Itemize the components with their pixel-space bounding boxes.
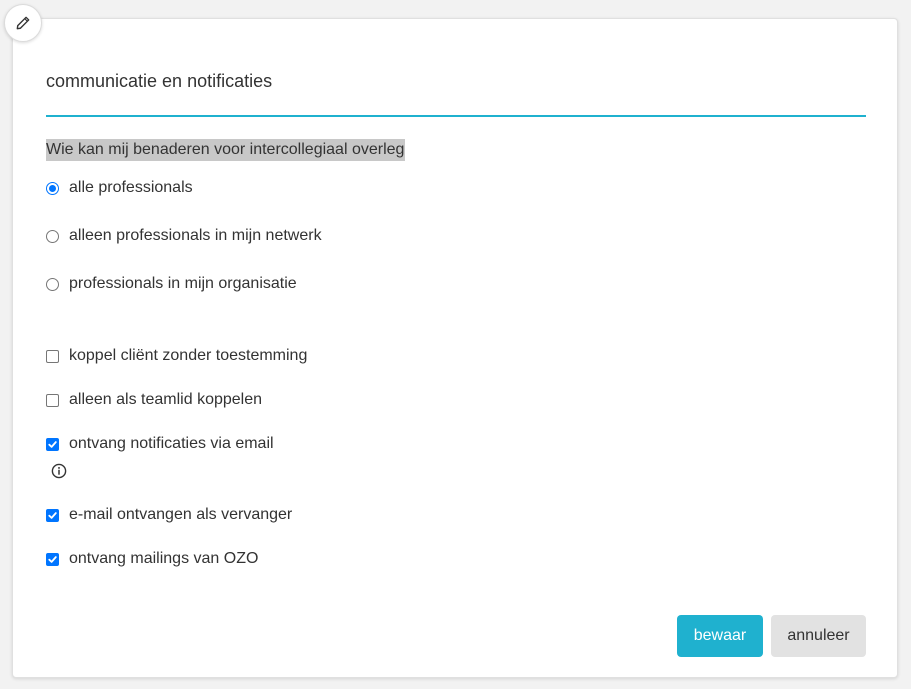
radio-option-organisation[interactable]: professionals in mijn organisatie — [46, 275, 297, 293]
save-button[interactable]: bewaar — [677, 615, 763, 657]
edit-button[interactable] — [4, 4, 42, 42]
checkbox-ozo-mailings[interactable]: ontvang mailings van OZO — [46, 550, 258, 568]
radio-button[interactable] — [46, 181, 59, 195]
cancel-button[interactable]: annuleer — [771, 615, 866, 657]
checkbox[interactable] — [46, 437, 59, 451]
checkbox[interactable] — [46, 508, 59, 522]
checkmark-icon — [48, 555, 57, 563]
checkbox[interactable] — [46, 349, 59, 363]
checkbox-label: koppel cliënt zonder toestemming — [69, 347, 308, 364]
radio-option-network[interactable]: alleen professionals in mijn netwerk — [46, 227, 322, 245]
radio-button[interactable] — [46, 277, 59, 291]
settings-card: communicatie en notificaties Wie kan mij… — [12, 18, 898, 678]
contact-question: Wie kan mij benaderen voor intercollegia… — [46, 139, 406, 161]
checkbox-email-substitute[interactable]: e-mail ontvangen als vervanger — [46, 506, 292, 524]
radio-button[interactable] — [46, 229, 59, 243]
checkbox-label: ontvang notificaties via email — [69, 435, 274, 452]
checkbox[interactable] — [46, 552, 59, 566]
radio-label: alle professionals — [69, 179, 193, 196]
checkmark-icon — [48, 440, 57, 448]
checkmark-icon — [48, 511, 57, 519]
radio-label: alleen professionals in mijn netwerk — [69, 227, 322, 244]
radio-option-all-professionals[interactable]: alle professionals — [46, 179, 193, 197]
checkbox-link-client[interactable]: koppel cliënt zonder toestemming — [46, 347, 307, 365]
pencil-icon — [16, 16, 30, 30]
checkbox-label: ontvang mailings van OZO — [69, 550, 259, 567]
checkbox[interactable] — [46, 393, 59, 407]
section-title: communicatie en notificaties — [46, 71, 273, 91]
checkbox-label: alleen als teamlid koppelen — [69, 391, 263, 408]
checkbox-label: e-mail ontvangen als vervanger — [69, 506, 293, 523]
checkbox-team-member[interactable]: alleen als teamlid koppelen — [46, 391, 262, 409]
checkbox-email-notifications[interactable]: ontvang notificaties via email — [46, 435, 274, 453]
title-divider — [46, 115, 866, 117]
info-icon[interactable] — [51, 463, 67, 479]
radio-label: professionals in mijn organisatie — [69, 275, 297, 292]
